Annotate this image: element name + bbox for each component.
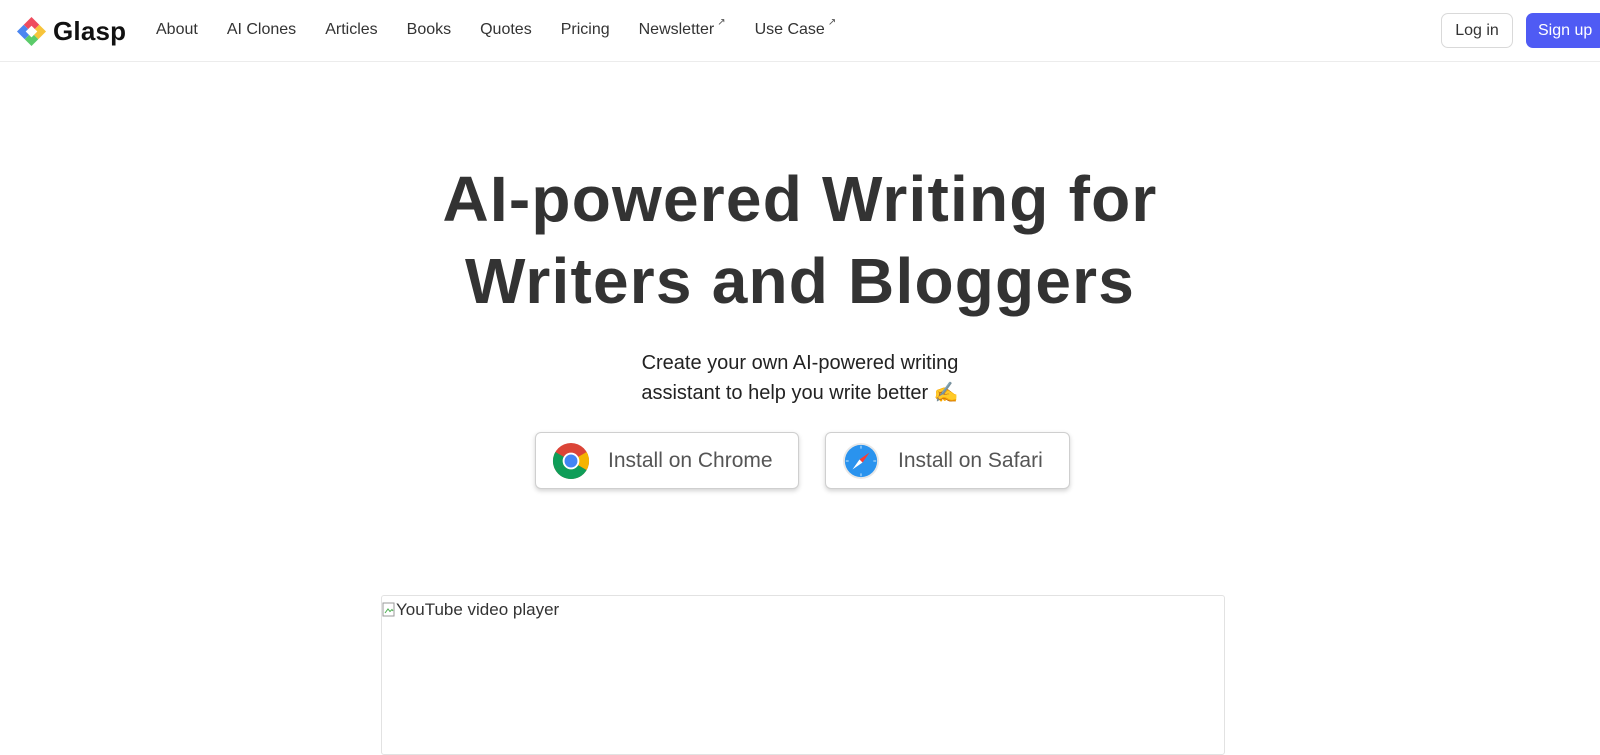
- install-safari-label: Install on Safari: [898, 448, 1043, 472]
- external-link-icon: ↗: [827, 17, 837, 28]
- nav-item-about[interactable]: About: [156, 21, 198, 39]
- install-chrome-button[interactable]: Install on Chrome: [535, 432, 799, 489]
- top-navbar: Glasp About AI Clones Articles Books Quo…: [0, 0, 1600, 62]
- hero-subtitle: Create your own AI-powered writing assis…: [0, 348, 1600, 408]
- video-alt-text: YouTube video player: [396, 600, 560, 619]
- install-safari-button[interactable]: Install on Safari: [825, 432, 1070, 489]
- signup-button[interactable]: Sign up: [1526, 13, 1600, 48]
- nav-item-label: Newsletter: [638, 21, 715, 38]
- safari-icon: [842, 442, 880, 479]
- main-nav: About AI Clones Articles Books Quotes Pr…: [156, 0, 865, 60]
- youtube-video-player[interactable]: YouTube video player: [381, 595, 1225, 755]
- hero-title-line: Writers and Bloggers: [464, 245, 1136, 317]
- brand-name: Glasp: [53, 15, 127, 46]
- nav-item-pricing[interactable]: Pricing: [561, 21, 610, 39]
- broken-image-placeholder: YouTube video player: [382, 600, 559, 620]
- nav-item-label: AI Clones: [226, 21, 297, 38]
- nav-item-label: Use Case: [754, 21, 825, 38]
- nav-item-use-case[interactable]: Use Case ↗: [754, 17, 837, 39]
- login-button[interactable]: Log in: [1441, 13, 1513, 48]
- install-chrome-label: Install on Chrome: [608, 448, 773, 472]
- nav-item-label: Books: [406, 21, 452, 38]
- glasp-logo-icon: [16, 16, 47, 46]
- nav-item-articles[interactable]: Articles: [325, 21, 377, 39]
- hero-title-line: AI-powered Writing for: [442, 163, 1158, 235]
- chrome-icon: [552, 442, 590, 479]
- nav-item-newsletter[interactable]: Newsletter ↗: [638, 17, 726, 39]
- external-link-icon: ↗: [717, 17, 726, 28]
- nav-item-books[interactable]: Books: [407, 21, 451, 39]
- hero-subtitle-line: Create your own AI-powered writing: [641, 352, 959, 374]
- nav-item-quotes[interactable]: Quotes: [480, 21, 532, 39]
- nav-item-label: About: [156, 21, 198, 38]
- hero-title: AI-powered Writing for Writers and Blogg…: [0, 158, 1600, 322]
- nav-item-label: Quotes: [480, 21, 532, 38]
- nav-item-ai-clones[interactable]: AI Clones: [227, 21, 296, 39]
- nav-item-label: Pricing: [560, 21, 610, 38]
- hero-subtitle-line: assistant to help you write better ✍️: [641, 382, 959, 404]
- broken-image-icon: [382, 602, 395, 617]
- glasp-logo-link[interactable]: Glasp: [16, 14, 126, 48]
- nav-item-label: Articles: [325, 21, 378, 38]
